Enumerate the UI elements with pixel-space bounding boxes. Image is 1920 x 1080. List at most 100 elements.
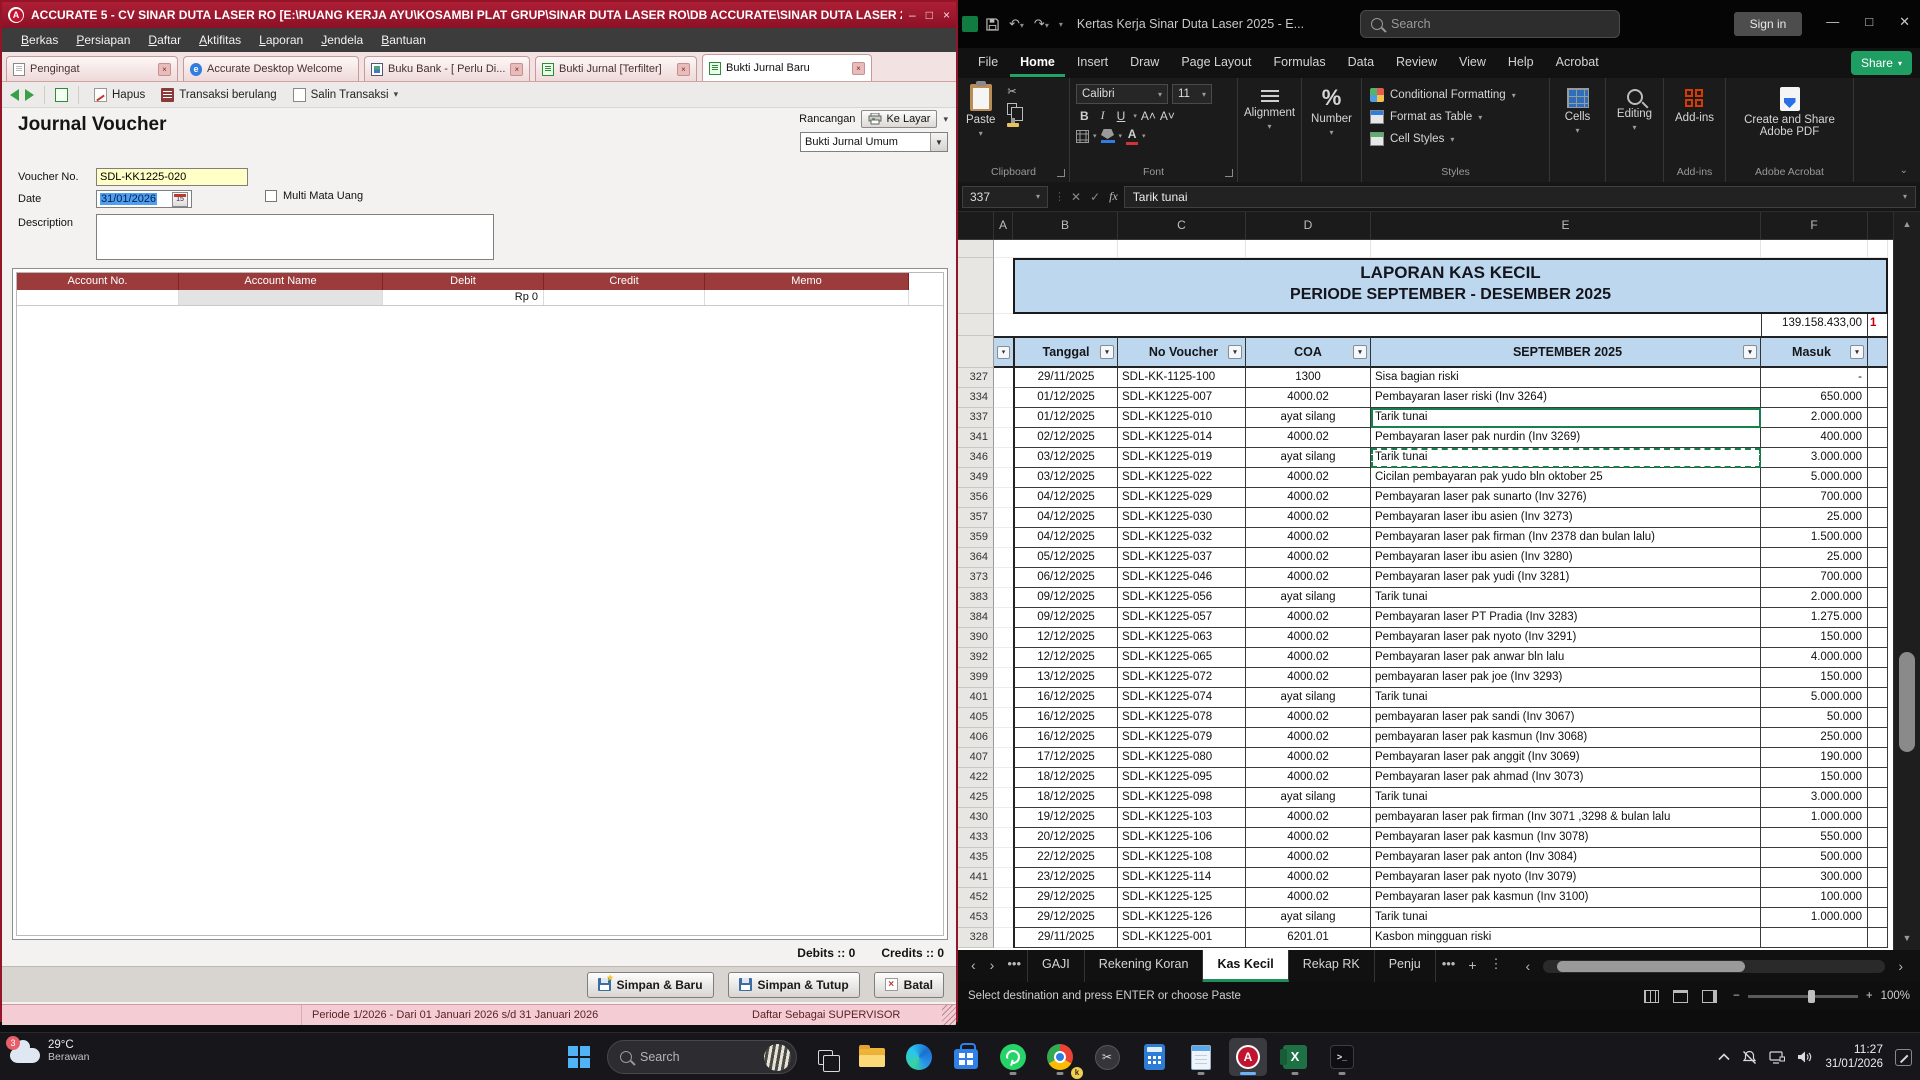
cell-coa[interactable]: ayat silang <box>1246 688 1371 708</box>
cell-masuk[interactable]: - <box>1761 368 1868 388</box>
back-icon[interactable] <box>10 88 19 101</box>
cell-tanggal[interactable]: 23/12/2025 <box>1013 868 1118 888</box>
multi-currency-checkbox[interactable] <box>265 190 277 202</box>
font-color-button[interactable]: A <box>1126 127 1139 145</box>
cell-tanggal[interactable]: 29/12/2025 <box>1013 908 1118 928</box>
cell-tanggal[interactable]: 09/12/2025 <box>1013 588 1118 608</box>
cell-a[interactable] <box>994 748 1013 768</box>
cell-a[interactable] <box>994 688 1013 708</box>
row-header[interactable]: 356 <box>958 488 994 508</box>
conditional-formatting-button[interactable]: Conditional Formatting ▾ <box>1362 84 1549 106</box>
cell-coa[interactable]: 4000.02 <box>1246 728 1371 748</box>
cell-coa[interactable]: 4000.02 <box>1246 868 1371 888</box>
scroll-down-icon[interactable]: ▼ <box>1894 928 1920 948</box>
sheet-options-icon[interactable]: ⋮ <box>1484 950 1509 982</box>
cell-masuk[interactable]: 650.000 <box>1761 388 1868 408</box>
row-header[interactable]: 401 <box>958 688 994 708</box>
row-header[interactable]: 392 <box>958 648 994 668</box>
cell-tanggal[interactable]: 18/12/2025 <box>1013 768 1118 788</box>
cell-masuk[interactable]: 50.000 <box>1761 708 1868 728</box>
cell-tanggal[interactable]: 18/12/2025 <box>1013 788 1118 808</box>
scrollbar-thumb[interactable] <box>1557 960 1746 972</box>
row-header[interactable]: 405 <box>958 708 994 728</box>
cell-a[interactable] <box>994 708 1013 728</box>
cell-tanggal[interactable]: 09/12/2025 <box>1013 608 1118 628</box>
cell-masuk[interactable]: 700.000 <box>1761 488 1868 508</box>
save-icon[interactable] <box>986 17 999 31</box>
cell-tanggal[interactable]: 29/11/2025 <box>1013 368 1118 388</box>
store-button[interactable] <box>947 1038 985 1076</box>
accurate-menu-item[interactable]: Aktifitas <box>190 30 250 50</box>
cell-g[interactable] <box>1868 608 1888 628</box>
cell-coa[interactable]: 4000.02 <box>1246 608 1371 628</box>
cell-g[interactable] <box>1868 888 1888 908</box>
new-sheet-icon[interactable]: + <box>1461 950 1483 982</box>
cell-masuk[interactable]: 2.000.000 <box>1761 408 1868 428</box>
insert-function-icon[interactable]: fx <box>1109 189 1118 204</box>
excel-search-box[interactable] <box>1360 10 1620 38</box>
undo-icon[interactable]: ↶▾ <box>1009 16 1024 32</box>
dialog-launcher-icon[interactable] <box>1057 169 1065 177</box>
cell-g[interactable] <box>1868 428 1888 448</box>
cell-masuk[interactable]: 250.000 <box>1761 728 1868 748</box>
cell-description[interactable]: Pembayaran laser pak yudi (Inv 3281) <box>1371 568 1761 588</box>
sheet-tab[interactable]: Rekening Koran <box>1085 950 1204 982</box>
voucher-template-select[interactable]: Bukti Jurnal Umum ▼ <box>800 132 948 152</box>
row-header[interactable]: 383 <box>958 588 994 608</box>
sheet-tab[interactable]: Rekap RK <box>1289 950 1375 982</box>
addins-button[interactable]: Add-ins <box>1664 84 1725 124</box>
cell-a[interactable] <box>994 868 1013 888</box>
ribbon-tab[interactable]: Help <box>1498 50 1544 77</box>
page-layout-view-icon[interactable] <box>1673 989 1689 1003</box>
row-header[interactable]: 364 <box>958 548 994 568</box>
cell-masuk[interactable]: 100.000 <box>1761 888 1868 908</box>
cell-a[interactable] <box>994 508 1013 528</box>
filter-icon[interactable] <box>1743 345 1757 359</box>
row-header[interactable]: 390 <box>958 628 994 648</box>
cell-a[interactable] <box>994 448 1013 468</box>
description-field[interactable] <box>96 214 494 260</box>
tab-pengingat[interactable]: Pengingat × <box>6 56 178 81</box>
cell-voucher[interactable]: SDL-KK1225-007 <box>1118 388 1246 408</box>
cell-description[interactable]: Kasbon mingguan riski <box>1371 928 1761 948</box>
cell-coa[interactable]: 4000.02 <box>1246 388 1371 408</box>
fill-color-button[interactable] <box>1100 129 1115 143</box>
cell-description[interactable]: Sisa bagian riski <box>1371 368 1761 388</box>
voucher-no-input[interactable] <box>100 171 244 183</box>
chevron-down-icon[interactable]: ▾ <box>1133 112 1137 120</box>
scroll-up-icon[interactable]: ▲ <box>1894 214 1920 234</box>
cell-tanggal[interactable]: 04/12/2025 <box>1013 528 1118 548</box>
cell-description[interactable]: Pembayaran laser pak firman (Inv 2378 da… <box>1371 528 1761 548</box>
cell-tanggal[interactable]: 06/12/2025 <box>1013 568 1118 588</box>
cell-g[interactable] <box>1868 588 1888 608</box>
accurate-menu-item[interactable]: Bantuan <box>372 30 435 50</box>
cell-masuk[interactable]: 190.000 <box>1761 748 1868 768</box>
cell-voucher[interactable]: SDL-KK1225-072 <box>1118 668 1246 688</box>
row-header[interactable]: 407 <box>958 748 994 768</box>
cell-tanggal[interactable]: 16/12/2025 <box>1013 688 1118 708</box>
cell-g[interactable] <box>1868 728 1888 748</box>
cell-voucher[interactable]: SDL-KK1225-103 <box>1118 808 1246 828</box>
cell-voucher[interactable]: SDL-KK1225-078 <box>1118 708 1246 728</box>
cell-coa[interactable]: 4000.02 <box>1246 508 1371 528</box>
row-header[interactable]: 384 <box>958 608 994 628</box>
cell-voucher[interactable]: SDL-KK1225-022 <box>1118 468 1246 488</box>
col-account-no[interactable]: Account No. <box>17 273 179 290</box>
cell-g[interactable] <box>1868 548 1888 568</box>
row-header[interactable]: 435 <box>958 848 994 868</box>
filter-icon[interactable] <box>997 345 1010 359</box>
cell-coa[interactable]: 4000.02 <box>1246 748 1371 768</box>
cell-g[interactable] <box>1868 788 1888 808</box>
cell-voucher[interactable]: SDL-KK1225-125 <box>1118 888 1246 908</box>
cell-voucher[interactable]: SDL-KK1225-126 <box>1118 908 1246 928</box>
cell-coa[interactable]: ayat silang <box>1246 788 1371 808</box>
col-b-header[interactable]: B <box>1013 212 1118 239</box>
cell-masuk[interactable]: 5.000.000 <box>1761 468 1868 488</box>
cell-a[interactable] <box>994 468 1013 488</box>
accurate-menu-item[interactable]: Daftar <box>139 30 190 50</box>
normal-view-icon[interactable] <box>1644 989 1660 1003</box>
cell-coa[interactable]: 4000.02 <box>1246 648 1371 668</box>
row-header[interactable]: 328 <box>958 928 994 948</box>
row-header[interactable]: 406 <box>958 728 994 748</box>
header-tanggal[interactable]: Tanggal <box>1013 336 1118 368</box>
